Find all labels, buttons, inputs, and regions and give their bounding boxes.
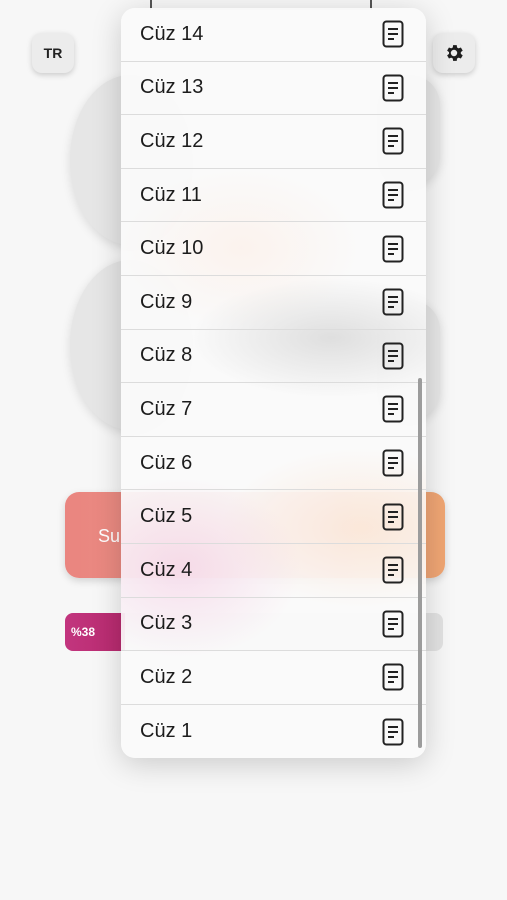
- language-button[interactable]: TR: [32, 33, 74, 73]
- document-icon: [382, 181, 404, 209]
- language-label: TR: [43, 45, 63, 61]
- menu-item[interactable]: Cüz 3: [121, 598, 426, 652]
- cuz-dropdown-menu[interactable]: Cüz 14 Cüz 13 Cüz 12 Cüz 11 Cüz 10 Cüz 9 Cüz 8…: [121, 8, 426, 758]
- menu-item[interactable]: Cüz 8: [121, 330, 426, 384]
- menu-item[interactable]: Cüz 6: [121, 437, 426, 491]
- document-icon: [382, 503, 404, 531]
- menu-item-label: Cüz 9: [140, 290, 193, 313]
- menu-item[interactable]: Cüz 1: [121, 705, 426, 758]
- menu-item-label: Cüz 14: [140, 22, 204, 45]
- menu-item[interactable]: Cüz 9: [121, 276, 426, 330]
- document-icon: [382, 127, 404, 155]
- menu-item[interactable]: Cüz 4: [121, 544, 426, 598]
- menu-list: Cüz 14 Cüz 13 Cüz 12 Cüz 11 Cüz 10 Cüz 9 Cüz 8…: [121, 8, 426, 758]
- submit-label: Su: [98, 526, 121, 546]
- menu-item-label: Cüz 1: [140, 720, 193, 743]
- progress-fill: %38: [65, 613, 125, 651]
- gear-icon: [447, 45, 463, 61]
- menu-item[interactable]: Cüz 13: [121, 62, 426, 116]
- progress-text: %38: [71, 625, 96, 639]
- menu-item-label: Cüz 6: [140, 451, 193, 474]
- menu-item-label: Cüz 8: [140, 344, 193, 367]
- menu-item-label: Cüz 5: [140, 505, 193, 528]
- document-icon: [382, 556, 404, 584]
- menu-item-label: Cüz 3: [140, 612, 193, 635]
- menu-item-label: Cüz 10: [140, 237, 204, 260]
- menu-item[interactable]: Cüz 2: [121, 651, 426, 705]
- menu-item[interactable]: Cüz 5: [121, 490, 426, 544]
- menu-item-label: Cüz 13: [140, 76, 204, 99]
- menu-item[interactable]: Cüz 14: [121, 8, 426, 62]
- menu-item-label: Cüz 2: [140, 665, 193, 688]
- document-icon: [382, 74, 404, 102]
- settings-button[interactable]: [433, 33, 475, 73]
- document-icon: [382, 663, 404, 691]
- scrollbar[interactable]: [418, 378, 422, 748]
- document-icon: [382, 342, 404, 370]
- document-icon: [382, 20, 404, 48]
- menu-item[interactable]: Cüz 7: [121, 383, 426, 437]
- menu-item[interactable]: Cüz 10: [121, 222, 426, 276]
- document-icon: [382, 449, 404, 477]
- document-icon: [382, 395, 404, 423]
- document-icon: [382, 288, 404, 316]
- menu-item-label: Cüz 12: [140, 129, 204, 152]
- document-icon: [382, 235, 404, 263]
- menu-item-label: Cüz 11: [140, 183, 202, 206]
- menu-item[interactable]: Cüz 12: [121, 115, 426, 169]
- menu-item-label: Cüz 4: [140, 558, 193, 581]
- document-icon: [382, 610, 404, 638]
- menu-item-label: Cüz 7: [140, 397, 193, 420]
- menu-item[interactable]: Cüz 11: [121, 169, 426, 223]
- document-icon: [382, 718, 404, 746]
